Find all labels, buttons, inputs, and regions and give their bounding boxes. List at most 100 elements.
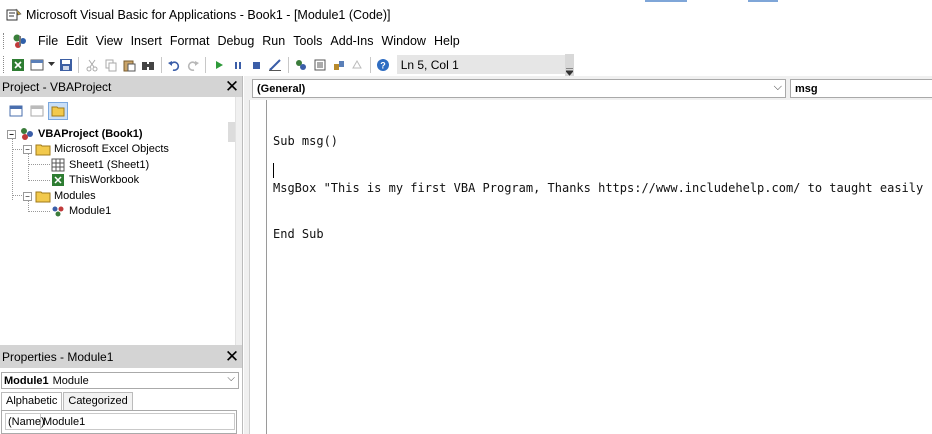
toolbar-separator: [369, 56, 371, 73]
object-browser-icon[interactable]: [329, 55, 348, 74]
design-mode-icon[interactable]: [266, 55, 285, 74]
close-icon[interactable]: ✕: [222, 347, 242, 367]
copy-icon[interactable]: [101, 55, 120, 74]
toolbar-separator: [78, 56, 80, 73]
reset-icon[interactable]: [247, 55, 266, 74]
code-line[interactable]: Sub msg(): [273, 134, 932, 150]
tree-item-label: Sheet1 (Sheet1): [69, 159, 150, 171]
procedure-dropdown-value: msg: [795, 82, 818, 95]
tree-item-label: Microsoft Excel Objects: [54, 143, 169, 155]
toolbox-icon[interactable]: [348, 55, 367, 74]
properties-grid: (Name) Module1: [1, 410, 237, 434]
toolbar-grip[interactable]: [3, 56, 7, 73]
tree-item-excel-objects[interactable]: − Microsoft Excel Objects: [23, 141, 169, 157]
run-icon[interactable]: [209, 55, 228, 74]
vbaproject-icon: [19, 127, 35, 141]
project-pane-header: Project - VBAProject ✕: [0, 76, 242, 97]
procedure-dropdown[interactable]: msg: [790, 79, 932, 98]
chevron-down-icon[interactable]: ⌵: [774, 81, 782, 94]
dropdown-arrow-icon[interactable]: [47, 55, 57, 74]
menu-debug[interactable]: Debug: [213, 34, 258, 48]
properties-pane: Properties - Module1 ✕ Module1 Module ⌵ …: [0, 345, 243, 434]
menu-run[interactable]: Run: [258, 34, 289, 48]
vba-app-icon[interactable]: [6, 7, 22, 23]
object-dropdown-value: (General): [257, 82, 306, 95]
menubar-grip[interactable]: [3, 33, 7, 49]
menu-help[interactable]: Help: [430, 34, 464, 48]
toolbar-separator: [160, 56, 162, 73]
chevron-down-icon[interactable]: ⌵: [227, 373, 235, 384]
code-editor[interactable]: Sub msg() MsgBox "This is my first VBA P…: [273, 103, 932, 320]
toolbar-options-icon[interactable]: [565, 53, 575, 76]
svg-text:?: ?: [381, 60, 387, 70]
collapse-icon[interactable]: −: [23, 144, 32, 154]
paste-icon[interactable]: [120, 55, 139, 74]
tree-item-thisworkbook[interactable]: ThisWorkbook: [50, 172, 139, 188]
menu-format[interactable]: Format: [166, 34, 214, 48]
undo-icon[interactable]: [165, 55, 184, 74]
object-name: Module1: [4, 374, 49, 387]
menu-view[interactable]: View: [92, 34, 127, 48]
project-explorer-icon[interactable]: [292, 55, 311, 74]
close-icon[interactable]: ✕: [222, 77, 242, 97]
collapse-icon[interactable]: −: [7, 129, 16, 139]
standard-toolbar: ? Ln 5, Col 1: [0, 53, 575, 76]
code-line[interactable]: MsgBox "This is my first VBA Program, Th…: [273, 181, 932, 197]
properties-window-icon[interactable]: [310, 55, 329, 74]
save-icon[interactable]: [57, 55, 76, 74]
tree-item-vbaproject[interactable]: − VBAProject (Book1): [7, 126, 143, 142]
menu-add-ins[interactable]: Add-Ins: [326, 34, 377, 48]
tree-item-modules[interactable]: − Modules: [23, 188, 96, 204]
window-title: Microsoft Visual Basic for Applications …: [26, 8, 391, 22]
help-icon[interactable]: ?: [374, 55, 393, 74]
view-object-icon[interactable]: [27, 102, 47, 120]
cut-icon[interactable]: [82, 55, 101, 74]
properties-pane-title: Properties - Module1: [2, 349, 114, 364]
tree-item-sheet1[interactable]: Sheet1 (Sheet1): [50, 157, 149, 173]
text-caret: [273, 163, 274, 178]
tree-item-module1[interactable]: Module1: [50, 203, 111, 219]
toggle-folders-icon[interactable]: [48, 102, 68, 120]
tree-connector: [12, 136, 13, 200]
toolbar-separator: [287, 56, 289, 73]
tree-item-label: Modules: [54, 190, 96, 202]
excel-vba-icon[interactable]: [10, 32, 30, 50]
toolbar-separator: [205, 56, 207, 73]
view-code-icon[interactable]: [6, 102, 26, 120]
view-excel-icon[interactable]: [9, 55, 28, 74]
tree-item-label: Module1: [69, 205, 112, 217]
menu-window[interactable]: Window: [378, 34, 430, 48]
menu-tools[interactable]: Tools: [289, 34, 326, 48]
worksheet-icon: [50, 158, 66, 172]
project-scrollbar[interactable]: [235, 97, 242, 345]
code-line[interactable]: [273, 274, 932, 290]
module-icon: [50, 204, 66, 218]
tree-connector: [28, 164, 50, 165]
tab-categorized[interactable]: Categorized: [63, 392, 133, 410]
collapse-icon[interactable]: −: [23, 191, 32, 201]
redo-icon[interactable]: [183, 55, 202, 74]
find-icon[interactable]: [139, 55, 158, 74]
property-value[interactable]: Module1: [41, 414, 85, 429]
project-pane-toolbar: [0, 97, 242, 142]
title-bar: Microsoft Visual Basic for Applications …: [0, 0, 932, 30]
code-margin-indicator-bar[interactable]: [250, 100, 267, 434]
menu-edit[interactable]: Edit: [62, 34, 92, 48]
code-window: (General) ⌵ msg Sub msg() MsgBox "This i…: [244, 76, 932, 434]
menu-insert[interactable]: Insert: [127, 34, 166, 48]
menu-file[interactable]: File: [34, 34, 62, 48]
workbook-icon: [50, 173, 66, 187]
tab-alphabetic[interactable]: Alphabetic: [1, 392, 63, 410]
tree-item-label: VBAProject (Book1): [38, 128, 143, 140]
code-line[interactable]: End Sub: [273, 227, 932, 243]
folder-icon: [35, 189, 51, 203]
title-accent: [645, 0, 687, 2]
object-dropdown[interactable]: (General) ⌵: [252, 79, 786, 98]
object-selector[interactable]: Module1 Module ⌵: [1, 372, 239, 389]
property-row[interactable]: (Name) Module1: [5, 413, 235, 430]
project-tree: − VBAProject (Book1) − Microsoft Excel O…: [0, 125, 236, 345]
project-pane-title: Project - VBAProject: [2, 79, 112, 94]
break-icon[interactable]: [228, 55, 247, 74]
code-dropdown-bar: (General) ⌵ msg: [244, 76, 932, 100]
insert-userform-icon[interactable]: [28, 55, 47, 74]
